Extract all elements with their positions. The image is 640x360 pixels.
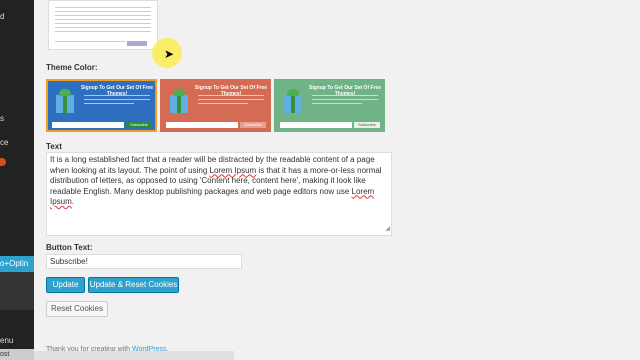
- preview-line: [55, 15, 151, 16]
- spellcheck-word: Lorem Ipsum: [209, 165, 257, 175]
- gift-box-icon: [54, 87, 76, 113]
- text-part-3: .: [71, 197, 75, 206]
- theme-color-label: Theme Color:: [46, 63, 98, 72]
- sidebar-collapse-menu[interactable]: enu: [0, 336, 13, 345]
- button-text-input[interactable]: Subscribe!: [46, 254, 242, 269]
- theme-submit-button: Subscribe: [240, 122, 266, 128]
- theme-email-input: [280, 122, 352, 128]
- preview-input-line: [55, 41, 125, 42]
- theme-option-green[interactable]: Signup To Get Our Set Of Free Themes! Su…: [274, 79, 385, 132]
- gift-box-icon: [282, 87, 304, 113]
- preview-line: [55, 7, 151, 8]
- reset-cookies-button[interactable]: Reset Cookies: [46, 301, 108, 317]
- sidebar-fragment-3[interactable]: ce: [0, 138, 8, 147]
- gift-box-icon: [168, 87, 190, 113]
- button-text-label: Button Text:: [46, 243, 93, 252]
- optin-text-area[interactable]: It is a long established fact that a rea…: [46, 152, 392, 236]
- theme-color-options: Signup To Get Our Set Of Free Themes! Su…: [46, 79, 386, 132]
- preview-line: [55, 31, 151, 32]
- preview-line: [55, 23, 151, 24]
- admin-sidebar: d s ce o+Optin enu ost: [0, 0, 34, 360]
- preview-line: [55, 19, 151, 20]
- sidebar-status-bar: ost: [0, 349, 34, 360]
- update-button[interactable]: Update: [46, 277, 85, 293]
- theme-email-input: [52, 122, 124, 128]
- mouse-cursor-icon: ➤: [164, 47, 175, 61]
- horizontal-scrollbar[interactable]: [34, 351, 234, 360]
- main-content: ➤ Theme Color: Signup To Get Our Set Of …: [34, 0, 640, 360]
- text-label: Text: [46, 142, 62, 151]
- preview-line: [55, 27, 151, 28]
- update-reset-cookies-button[interactable]: Update & Reset Cookies: [88, 277, 179, 293]
- sidebar-fragment-2[interactable]: s: [0, 114, 4, 123]
- sidebar-item-optin-active[interactable]: o+Optin: [0, 256, 34, 272]
- resize-handle-icon[interactable]: ◢: [385, 224, 390, 235]
- theme-submit-button: Subscribe: [126, 122, 152, 128]
- sidebar-fragment-1[interactable]: d: [0, 12, 4, 21]
- theme-option-red[interactable]: Signup To Get Our Set Of Free Themes! Su…: [160, 79, 271, 132]
- preview-button: [127, 41, 147, 46]
- preview-line: [55, 11, 151, 12]
- theme-email-input: [166, 122, 238, 128]
- theme-option-blue[interactable]: Signup To Get Our Set Of Free Themes! Su…: [46, 79, 157, 132]
- update-count-badge: [0, 158, 6, 166]
- sidebar-submenu: [0, 272, 34, 310]
- layout-preview-thumbnail[interactable]: [48, 0, 158, 50]
- theme-submit-button: Subscribe: [354, 122, 380, 128]
